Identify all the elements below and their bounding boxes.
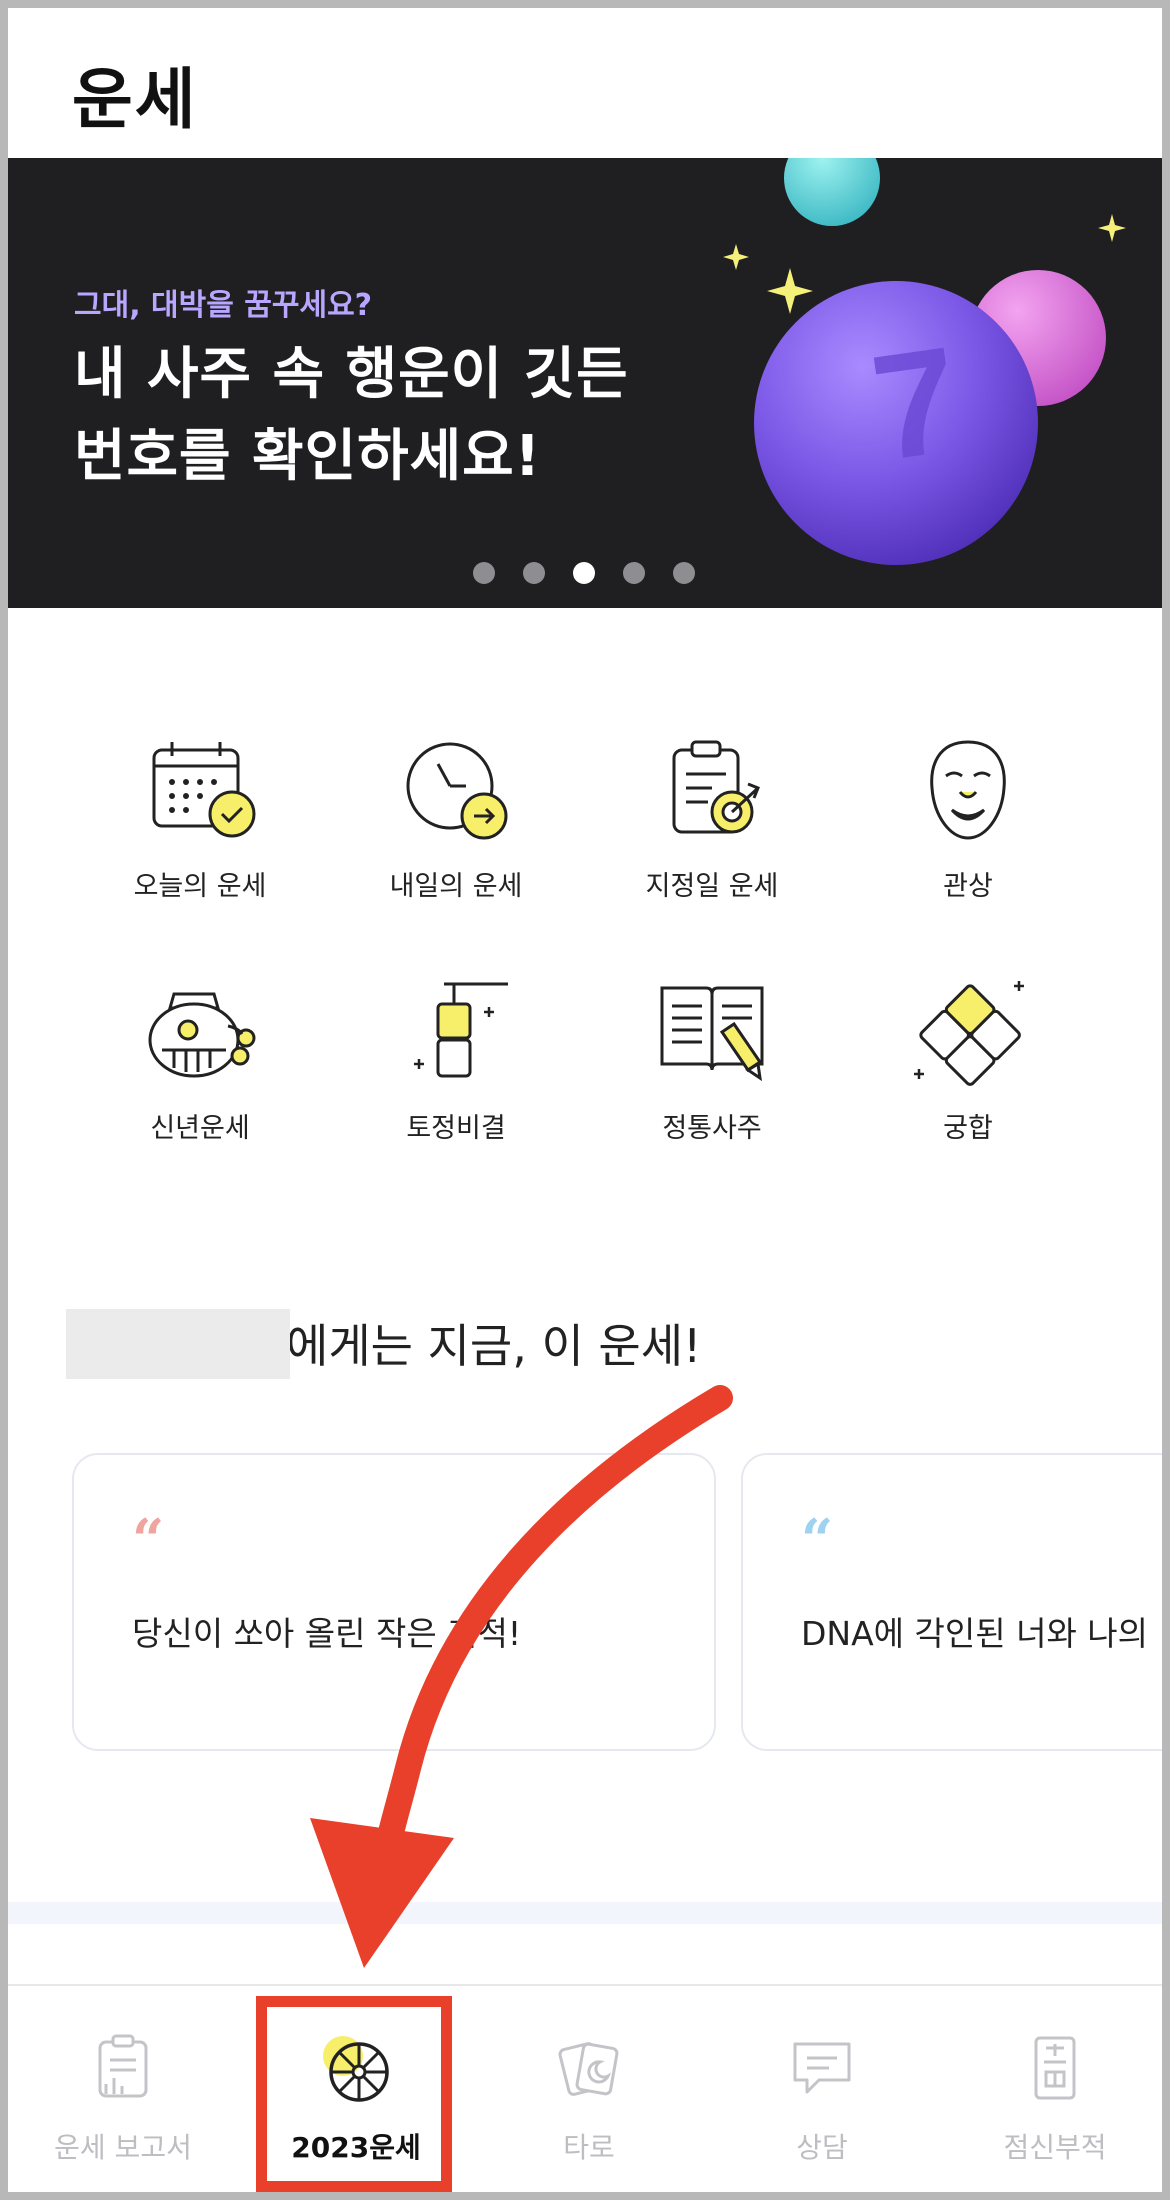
recommend-title-text: 에게는 지금, 이 운세! (286, 1319, 702, 1373)
tab-talisman[interactable]: 점신부적 (940, 1986, 1162, 2192)
banner-title-line2: 번호를 확인하세요! (74, 424, 542, 489)
section-divider (8, 1902, 1162, 1924)
recommend-title: 에게는 지금, 이 운세! (66, 1308, 702, 1380)
talisman-icon (1034, 2036, 1076, 2100)
header: 운세 (8, 8, 1162, 158)
menu-label: 토정비결 (406, 1113, 506, 1144)
tab-label: 점신부적 (1003, 2131, 1107, 2164)
lottery-balls-illustration: 7 (723, 158, 1126, 565)
page-title: 운세 (72, 61, 198, 138)
tab-label: 운세 보고서 (54, 2131, 192, 2164)
tab-label: 타로 (563, 2131, 615, 2164)
lucky-pouch-icon (148, 992, 256, 1078)
recommend-card[interactable]: “ DNA에 각인된 너와 나의 (741, 1453, 1162, 1751)
banner-subtitle: 그대, 대박을 꿈꾸세요? (74, 288, 373, 323)
banner-title-line1: 내 사주 속 행운이 깃든 (74, 342, 629, 407)
pager-dot[interactable] (623, 562, 645, 584)
bottom-tab-bar: 운세 보고서 2023운세 타로 상담 점신부적 (8, 1984, 1162, 2192)
face-mask-icon (930, 740, 1006, 840)
app-screen: 운세 그대, 대박을 꿈꾸세요? 내 사주 속 행운이 깃든 번호를 확인하세요… (8, 8, 1162, 2192)
banner-pager (8, 562, 1162, 586)
menu-tomorrow-fortune[interactable]: 내일의 운세 (346, 726, 566, 926)
menu-label: 내일의 운세 (389, 871, 523, 902)
tab-report[interactable]: 운세 보고서 (8, 1986, 238, 2192)
pager-dot[interactable] (673, 562, 695, 584)
tab-tarot[interactable]: 타로 (474, 1986, 704, 2192)
promo-banner[interactable]: 그대, 대박을 꿈꾸세요? 내 사주 속 행운이 깃든 번호를 확인하세요! 7 (8, 158, 1162, 608)
recommend-card[interactable]: “ 당신이 쏘아 올린 작은 기적! (72, 1453, 716, 1751)
menu-label: 지정일 운세 (645, 871, 779, 902)
menu-date-fortune[interactable]: 지정일 운세 (602, 726, 822, 926)
quote-icon: “ (801, 1507, 834, 1573)
menu-saju[interactable]: 정통사주 (602, 968, 822, 1168)
pager-dot[interactable] (523, 562, 545, 584)
book-pencil-icon (660, 986, 764, 1082)
calendar-check-icon (152, 742, 256, 838)
menu-label: 오늘의 운세 (133, 871, 267, 902)
clock-arrow-icon (406, 742, 508, 840)
pager-dot-active[interactable] (573, 562, 595, 584)
menu-physiognomy[interactable]: 관상 (858, 726, 1078, 926)
pager-dot[interactable] (473, 562, 495, 584)
menu-label: 신년운세 (150, 1113, 250, 1144)
card-text: 당신이 쏘아 올린 작은 기적! (132, 1614, 522, 1653)
chat-bubble-icon (793, 2042, 851, 2094)
username-redacted (66, 1308, 290, 1379)
menu-today-fortune[interactable]: 오늘의 운세 (90, 726, 310, 926)
scroll-icon (414, 982, 508, 1078)
menu-tojeong[interactable]: 토정비결 (346, 968, 566, 1168)
report-icon (98, 2034, 148, 2098)
card-text: DNA에 각인된 너와 나의 (801, 1614, 1149, 1653)
menu-new-year-fortune[interactable]: 신년운세 (90, 968, 310, 1168)
tarot-moon-icon (558, 2042, 619, 2096)
banner-title: 내 사주 속 행운이 깃든 번호를 확인하세요! (74, 334, 629, 498)
quote-icon: “ (132, 1507, 165, 1573)
highlight-box (256, 1996, 452, 2192)
menu-label: 정통사주 (662, 1113, 762, 1144)
tab-label: 상담 (796, 2131, 848, 2164)
puzzle-icon (914, 981, 1024, 1086)
teal-ball (784, 158, 880, 226)
menu-label: 관상 (943, 871, 993, 902)
tab-consult[interactable]: 상담 (707, 1986, 937, 2192)
clipboard-target-icon (672, 740, 760, 834)
menu-label: 궁합 (943, 1113, 993, 1144)
fortune-menu-grid: 오늘의 운세 내일의 운세 지정일 운세 관상 신년운세 토정비결 정통사주 궁… (8, 708, 1162, 1168)
menu-compatibility[interactable]: 궁합 (858, 968, 1078, 1168)
